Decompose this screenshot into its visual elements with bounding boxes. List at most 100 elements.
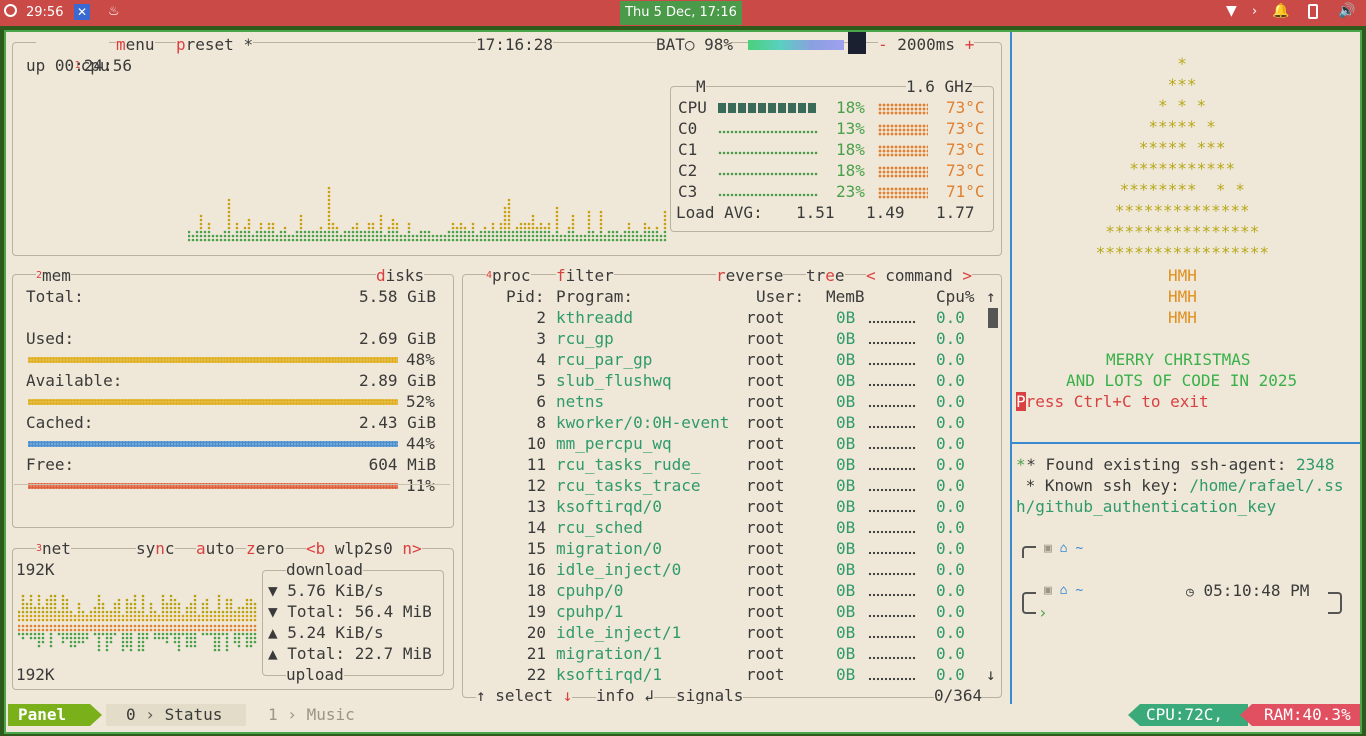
net-upload-dot [25,624,29,628]
header-cpu[interactable]: Cpu% [936,286,975,307]
pane-divider-horizontal[interactable] [1012,442,1360,444]
pane-divider-vertical[interactable] [1010,32,1012,704]
net-download-dot [77,618,81,622]
cpu-graph-dot [499,222,503,226]
net-upload-dot [153,632,157,636]
wifi-icon[interactable]: ▼ [1226,3,1237,19]
net-upload-dot [61,636,65,640]
proc-panel-title[interactable]: 4proc [486,265,531,286]
sort-selector[interactable]: < command > [866,265,972,286]
proc-cpu-graph [868,635,916,639]
net-download-dot [29,614,33,618]
net-download-dot [113,606,117,610]
scroll-up-arrow[interactable]: ↑ [986,286,996,307]
filter-button[interactable]: filter [556,265,614,286]
net-upload-dot [185,628,189,632]
header-mem[interactable]: MemB [826,286,865,307]
cpu-graph-dot [223,238,227,242]
cpu-graph-dot [243,234,247,238]
net-upload-dot [73,644,77,648]
cpu-graph-dot [459,230,463,234]
net-upload-dot [205,632,209,636]
proc-pid: 13 [526,497,546,516]
cpu-graph-dot [391,218,395,222]
prompt-2: ▣ ⌂ ~ [1044,583,1084,598]
net-upload-dot [201,624,205,628]
net-download-dot [77,602,81,606]
cpu-graph-dot [188,238,191,242]
preset-button[interactable]: preset * [176,34,254,55]
net-download-dot [241,614,245,618]
net-download-dot [177,618,181,622]
cpu-graph-dot [431,234,435,238]
info-button[interactable]: info ↲ [596,685,654,706]
cpu-graph-dot [503,230,507,234]
window-1-tab[interactable]: 1 › Music [264,704,384,726]
prompt-caret[interactable]: › [1038,602,1048,623]
tray-icon[interactable]: ♨ [108,4,120,19]
signals-button[interactable]: signals [676,685,744,706]
net-download-dot [245,618,249,622]
cpu-graph-dot [267,238,271,242]
header-pid[interactable]: Pid: [506,286,545,307]
cpu-graph-dot [199,218,203,222]
mem-panel-title[interactable]: 2mem [36,265,71,286]
reverse-toggle[interactable]: reverse [716,265,784,286]
cpu-graph-dot [535,226,539,230]
auto-toggle[interactable]: auto [196,538,235,559]
header-user[interactable]: User: [756,286,804,307]
net-download-dot [205,610,209,614]
scroll-down-arrow[interactable]: ↓ [986,664,996,685]
cpu-graph-dot [543,230,547,234]
scrollbar-thumb[interactable] [988,308,998,328]
net-upload-dot [161,628,165,632]
clock-icon-2: ◷ [1186,585,1194,600]
cpu-graph-dot [199,238,203,242]
net-download-dot [221,610,225,614]
tree-toggle[interactable]: tree [806,265,845,286]
net-upload-dot [129,632,133,636]
core-percent: 18% [836,161,865,180]
cpu-graph-dot [499,238,503,242]
select-control[interactable]: ↑ select ↓ [476,685,573,706]
volume-icon[interactable]: 🔊 [1338,3,1355,19]
terminal-window[interactable]: 1cpu menu preset * 17:16:28 BAT○ 98% - 2… [4,30,1362,734]
sync-toggle[interactable]: sync [136,538,175,559]
panel-segment[interactable]: Panel [8,704,90,726]
app-icon[interactable]: ✕ [74,4,90,20]
cpu-graph-dot [307,238,311,242]
interval-control[interactable]: - 2000ms + [878,34,975,55]
chevron-right-icon[interactable]: › [1252,4,1257,19]
cpu-graph-dot [511,234,515,238]
net-upload-dot [237,640,241,644]
net-download-dot [93,614,97,618]
cpu-graph-dot [319,226,323,230]
cpu-graph-dot [279,234,283,238]
battery-icon[interactable] [1308,4,1318,19]
net-panel-title[interactable]: 3net [36,538,71,559]
cpu-graph-dot [627,222,631,226]
window-0-tab[interactable]: 0 › Status [106,704,246,726]
menu-button[interactable]: menu [116,34,155,55]
notification-bell-icon[interactable]: 🔔 [1272,3,1289,19]
net-upload-dot [21,624,25,628]
disks-toggle[interactable]: disks [376,265,425,286]
cpu-graph-dot [379,222,383,226]
cursor-char: P [1016,392,1026,411]
cpu-graph-dot [507,230,511,234]
cpu-graph-dot [227,226,231,230]
core-bar [718,193,818,197]
load-average-1: 1.51 [796,203,835,222]
date-time-clock[interactable]: Thu 5 Dec, 17:16 [620,1,742,25]
proc-program: mm_percpu_wq [556,434,672,453]
tree-row: **************** [1105,222,1260,241]
cpu-graph-dot [563,234,567,238]
battery-meter-end [848,32,866,54]
interface-selector[interactable]: <b wlp2s0 n> [306,538,422,559]
net-upload-dot [181,628,185,632]
core-temp-bar [878,103,928,115]
net-upload-dot [137,628,141,632]
header-program[interactable]: Program: [556,286,633,307]
zero-toggle[interactable]: zero [246,538,285,559]
uptime: up 00:24:56 [26,56,132,75]
